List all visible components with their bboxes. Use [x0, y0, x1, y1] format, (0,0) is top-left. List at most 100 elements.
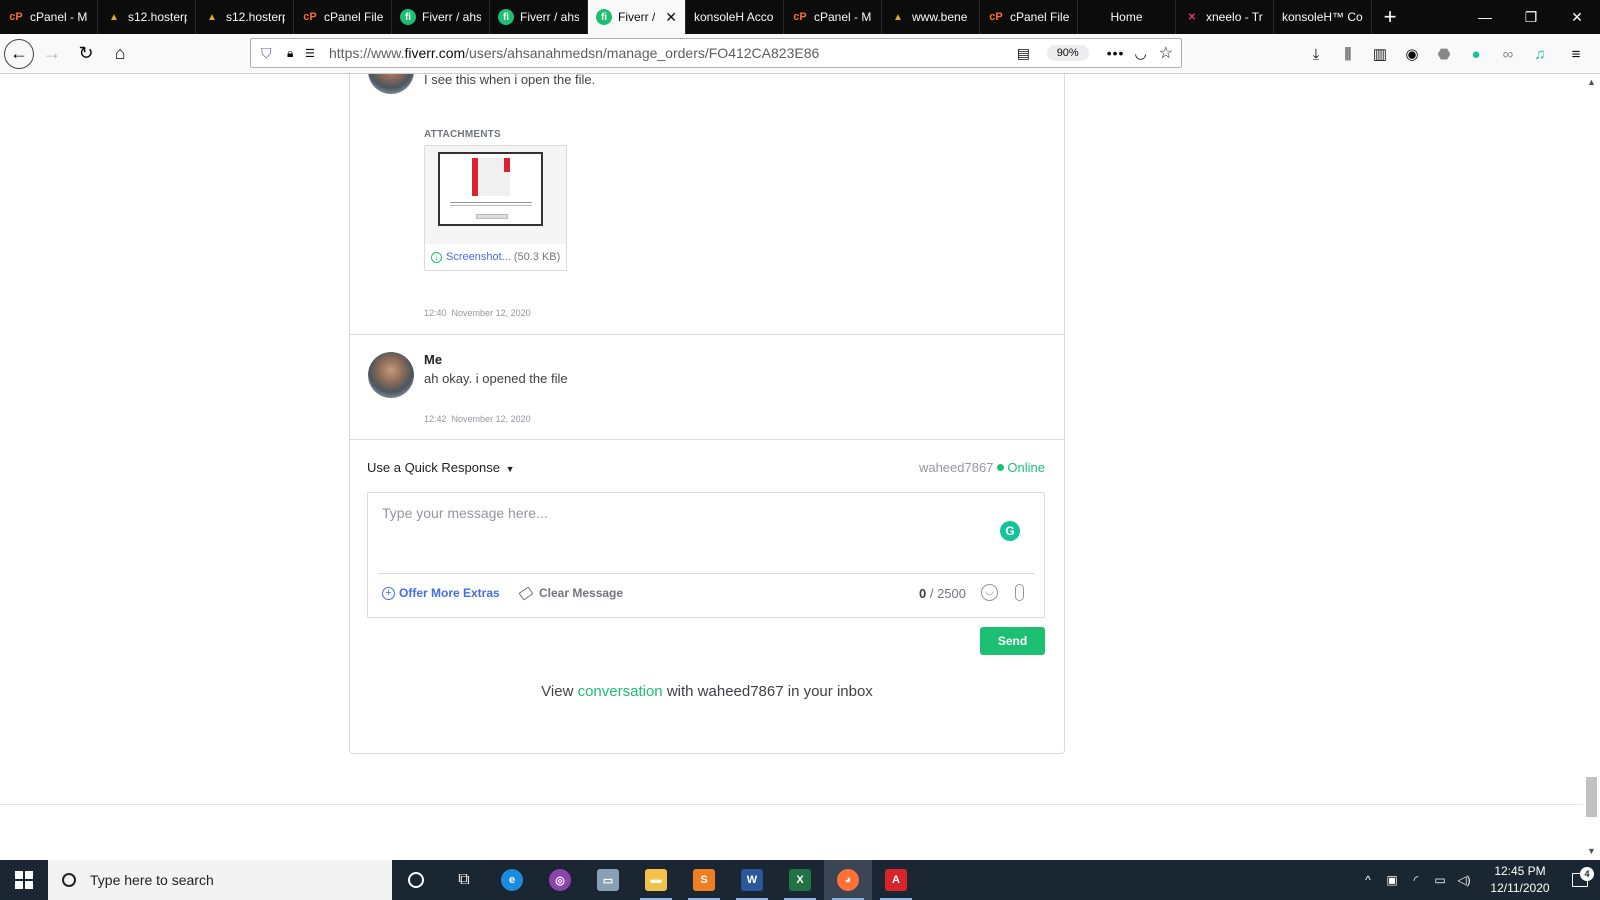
offer-more-extras-button[interactable]: + Offer More Extras: [382, 586, 500, 600]
conversation-link[interactable]: conversation: [578, 683, 663, 700]
battery-icon[interactable]: ▭: [1428, 873, 1452, 887]
tab-cpanel-1[interactable]: cP cPanel - M: [0, 0, 98, 34]
tracking-shield-icon[interactable]: ⛉: [261, 45, 277, 62]
tab-fiverr-2[interactable]: fi Fiverr / ahs: [490, 0, 588, 34]
projector-icon[interactable]: ▣: [1380, 873, 1404, 887]
lock-icon[interactable]: 🔒︎: [287, 46, 301, 61]
plus-circle-icon: +: [382, 586, 395, 600]
message-composer: G +Offer More Extras Clear Message 0 / 2…: [367, 492, 1045, 618]
cpanel-icon: cP: [9, 11, 23, 23]
send-button[interactable]: Send: [980, 627, 1045, 655]
grammarly-extension-icon[interactable]: ●: [1460, 46, 1492, 63]
tab-cpanel-file-2[interactable]: cP cPanel File: [980, 0, 1078, 34]
close-window-icon[interactable]: ✕: [1554, 0, 1600, 34]
fiverr-icon: fi: [596, 9, 612, 25]
recipient-name: waheed7867: [918, 460, 994, 475]
address-bar[interactable]: ⛉ 🔒︎ ☰ https://www.fiverr.com/users/ahsa…: [250, 38, 1182, 68]
tab-konsoleh-2[interactable]: konsoleH™ Co: [1274, 0, 1372, 34]
minimize-icon[interactable]: —: [1462, 0, 1508, 34]
inbox-link-line: View conversation with waheed7867 in you…: [541, 683, 873, 700]
character-counter: 0 / 2500: [918, 586, 966, 601]
firefox-icon[interactable]: ◕: [824, 860, 872, 900]
sublime-text-icon[interactable]: S: [680, 860, 728, 900]
volume-icon[interactable]: ◁): [1452, 873, 1476, 887]
wifi-icon[interactable]: ◜: [1404, 873, 1428, 887]
message-input[interactable]: [368, 493, 1044, 571]
footer-divider: [0, 804, 1583, 805]
new-tab-icon[interactable]: +: [1372, 0, 1408, 34]
taskbar-search[interactable]: Type here to search: [48, 860, 392, 900]
back-arrow-icon[interactable]: ←: [4, 38, 34, 69]
quick-response-dropdown[interactable]: Use a Quick Response ▼: [367, 460, 515, 475]
start-button[interactable]: [0, 860, 48, 900]
cpanel-icon: cP: [793, 11, 807, 23]
tab-hosterp-1[interactable]: ▲ s12.hosterp: [98, 0, 196, 34]
scroll-up-icon[interactable]: ▲: [1583, 74, 1600, 91]
scroll-down-icon[interactable]: ▼: [1583, 843, 1600, 860]
cpanel-icon: cP: [303, 11, 317, 23]
tray-chevron-icon[interactable]: ^: [1356, 873, 1380, 887]
tab-bene[interactable]: ▲ www.bene: [882, 0, 980, 34]
taskbar-clock[interactable]: 12:45 PM 12/11/2020: [1480, 863, 1560, 897]
page-actions-icon[interactable]: •••: [1107, 45, 1125, 61]
grammarly-icon[interactable]: G: [1000, 521, 1020, 541]
library-icon[interactable]: ⫼: [1332, 46, 1364, 63]
app-purple-icon[interactable]: ◎: [536, 860, 584, 900]
tab-fiverr-1[interactable]: fi Fiverr / ahs: [392, 0, 490, 34]
restore-icon[interactable]: ❐: [1508, 0, 1554, 34]
word-icon[interactable]: W: [728, 860, 776, 900]
zoom-level[interactable]: 90%: [1046, 45, 1089, 61]
quick-response-bar: Use a Quick Response ▼ waheed7867 Online: [367, 456, 1045, 476]
edge-icon[interactable]: e: [488, 860, 536, 900]
reader-view-icon[interactable]: ▤: [1017, 45, 1037, 62]
fiverr-icon: fi: [400, 9, 416, 25]
fiverr-icon: fi: [498, 9, 514, 25]
caret-down-icon: ▼: [505, 464, 515, 474]
menu-icon[interactable]: ≡: [1560, 46, 1592, 63]
hosting-icon: ▲: [893, 11, 903, 23]
emoji-icon[interactable]: ◡: [981, 584, 998, 601]
pocket-icon[interactable]: ◡: [1134, 45, 1146, 62]
eraser-icon: [518, 585, 534, 601]
tab-konsoleh-1[interactable]: konsoleH Acco: [686, 0, 784, 34]
download-icon[interactable]: ⤓: [1300, 46, 1332, 63]
reload-icon[interactable]: ↻: [70, 38, 102, 70]
file-explorer-icon[interactable]: ▬: [632, 860, 680, 900]
cpanel-icon: cP: [989, 11, 1003, 23]
forward-arrow-icon[interactable]: →: [36, 38, 68, 70]
permissions-icon[interactable]: ☰: [305, 47, 321, 60]
tab-hosterp-2[interactable]: ▲ s12.hosterp: [196, 0, 294, 34]
scrollbar-thumb[interactable]: [1586, 777, 1597, 817]
bookmark-star-icon[interactable]: ☆: [1159, 43, 1173, 63]
sidebar-icon[interactable]: ▥: [1364, 45, 1396, 63]
excel-icon[interactable]: X: [776, 860, 824, 900]
composer-toolbar: + Offer More Extras Clear Message 0 / 250…: [382, 584, 1032, 606]
cortana-icon[interactable]: [392, 860, 440, 900]
tab-fiverr-active[interactable]: fi Fiverr / ✕: [588, 0, 686, 34]
windows-logo-icon: [15, 871, 33, 889]
close-tab-icon[interactable]: ✕: [661, 9, 677, 26]
adblock-icon[interactable]: ⬣: [1428, 45, 1460, 63]
account-icon[interactable]: ◉: [1396, 45, 1428, 63]
window-controls: — ❐ ✕: [1462, 0, 1600, 34]
action-center-icon[interactable]: 4: [1560, 867, 1600, 887]
url-text[interactable]: https://www.fiverr.com/users/ahsanahmeds…: [329, 45, 819, 61]
tab-cpanel-file-1[interactable]: cP cPanel File: [294, 0, 392, 34]
tab-home[interactable]: Home: [1078, 0, 1176, 34]
tab-cpanel-2[interactable]: cP cPanel - M: [784, 0, 882, 34]
acrobat-icon[interactable]: A: [872, 860, 920, 900]
paperclip-icon[interactable]: [1015, 584, 1024, 601]
hosting-icon: ▲: [207, 11, 217, 23]
notification-badge: 4: [1580, 867, 1594, 881]
tab-xneelo[interactable]: ✕ xneelo - Tr: [1176, 0, 1274, 34]
network-folder-icon[interactable]: ▭: [584, 860, 632, 900]
toolbar-icons: ⤓ ⫼ ▥ ◉ ⬣ ● ∞ ♫ ≡: [1300, 34, 1592, 74]
music-extension-icon[interactable]: ♫: [1524, 46, 1556, 63]
online-status: Online: [1007, 460, 1045, 475]
home-icon[interactable]: ⌂: [104, 38, 136, 70]
task-view-icon[interactable]: ⧉: [440, 860, 488, 900]
system-tray: ^ ▣ ◜ ▭ ◁) 12:45 PM 12/11/2020 4: [1356, 860, 1600, 900]
page-scrollbar[interactable]: ▲ ▼: [1583, 74, 1600, 860]
extension-icon[interactable]: ∞: [1492, 46, 1524, 63]
clear-message-button[interactable]: Clear Message: [518, 585, 623, 601]
